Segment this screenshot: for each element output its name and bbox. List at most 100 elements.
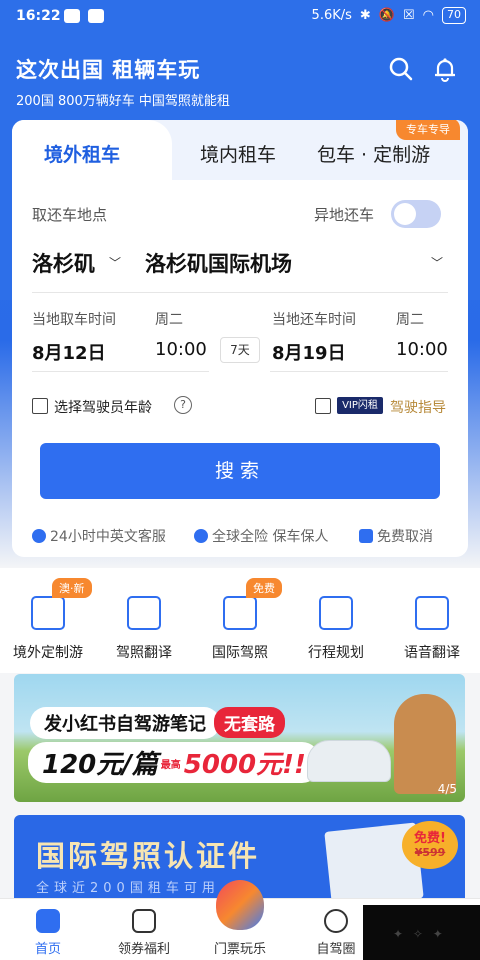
quick-item-label: 语音翻译: [404, 645, 460, 661]
different-return-toggle[interactable]: [391, 200, 441, 228]
return-time[interactable]: 10:00: [396, 339, 448, 360]
bluetooth-icon: ✱: [359, 8, 371, 23]
home-icon: [36, 909, 60, 933]
corner-mark: ✦ ✧ ✦: [393, 927, 446, 941]
photographer-image: [394, 694, 456, 794]
banner-price-b: 5000元!!: [183, 750, 306, 780]
banner-price: 120元/篇 最高 5000元!!: [28, 742, 320, 783]
quick-item-badge: 澳·新: [52, 578, 92, 598]
pickup-location-label: 取还车地点: [32, 206, 108, 224]
tab-domestic-rental[interactable]: 境内租车: [200, 140, 276, 167]
banner-price-a: 120元/篇: [42, 750, 158, 780]
tab-label: 门票玩乐: [213, 942, 266, 957]
tab-label: 首页: [34, 942, 61, 957]
pickup-date[interactable]: 8月12日: [32, 339, 106, 365]
status-bar: 16:22 5.6K/s ✱ 🔕 ☒ ◠ 70: [0, 0, 480, 34]
page-title: 这次出国 租辆车玩: [16, 58, 201, 82]
quick-item-label: 境外定制游: [13, 645, 83, 661]
quick-item-voice-translation[interactable]: 语音翻译: [384, 596, 480, 662]
divider: [270, 371, 448, 372]
check-icon: [359, 529, 373, 543]
document-icon: [223, 596, 257, 630]
search-button[interactable]: 搜索: [40, 443, 440, 499]
status-time: 16:22: [16, 8, 61, 24]
free-badge-label: 免费!: [414, 831, 446, 846]
chevron-down-icon[interactable]: ﹀: [431, 254, 443, 271]
banner-title: 发小红书自驾游笔记: [30, 707, 220, 739]
pickup-time-label: 当地取车时间: [32, 312, 116, 328]
tab-overseas-rental[interactable]: 境外租车: [44, 140, 120, 167]
feature-label: 全球全险 保车保人: [212, 529, 329, 545]
vip-checkbox[interactable]: [315, 398, 331, 414]
banner-pager: 4/5: [437, 782, 457, 796]
pickup-weekday: 周二: [155, 312, 183, 328]
chevron-down-icon: ﹀: [109, 256, 122, 270]
page-subtitle: 200国 800万辆好车 中国驾照就能租: [16, 94, 230, 109]
toggle-knob: [394, 203, 416, 225]
driving-guide-link[interactable]: 驾驶指导: [390, 397, 446, 417]
wifi-icon: ◠: [422, 8, 434, 23]
driver-age-checkbox[interactable]: [32, 398, 48, 414]
help-icon[interactable]: ?: [174, 396, 192, 414]
quick-item-label: 行程规划: [308, 645, 364, 661]
chat-icon: [32, 529, 46, 543]
airport-selector[interactable]: 洛杉矶国际机场: [145, 248, 292, 278]
notification-app-icon: [64, 9, 80, 23]
rental-tabs: 境外租车 境内租车 包车 · 定制游 专车专导: [12, 120, 468, 180]
car-image: [307, 740, 391, 782]
search-icon[interactable]: [388, 56, 414, 82]
mute-icon: 🔕: [378, 8, 395, 23]
feature-customer-service: 24小时中英文客服: [32, 526, 166, 546]
old-price: ¥599: [414, 846, 446, 859]
tab-home[interactable]: 首页: [0, 909, 96, 957]
hot-air-balloon-icon[interactable]: [216, 880, 264, 930]
quick-menu: 境外定制游 澳·新 驾照翻译 国际驾照 免费 行程规划 语音翻译: [0, 568, 480, 673]
different-return-label: 异地还车: [314, 206, 375, 224]
tab-coupons[interactable]: 领券福利: [96, 909, 192, 957]
return-time-label: 当地还车时间: [272, 312, 356, 328]
chat-bubble-icon: [324, 909, 348, 933]
city-selector[interactable]: 洛杉矶: [32, 248, 95, 278]
quick-item-license-translation[interactable]: 驾照翻译: [96, 596, 192, 662]
id-card-icon: [127, 596, 161, 630]
rental-days-badge: 7天: [220, 337, 260, 363]
divider: [32, 292, 448, 293]
banner-tag: 无套路: [214, 707, 285, 738]
tab-label: 领券福利: [117, 942, 170, 957]
quick-item-badge: 免费: [246, 578, 282, 598]
status-right: 5.6K/s ✱ 🔕 ☒ ◠ 70: [312, 7, 466, 24]
network-speed: 5.6K/s: [311, 8, 352, 23]
map-pin-icon: [31, 596, 65, 630]
return-date[interactable]: 8月19日: [272, 339, 346, 365]
return-weekday: 周二: [396, 312, 424, 328]
battery-icon: 70: [442, 7, 466, 24]
corner-overlay: ✦ ✧ ✦: [363, 905, 480, 960]
ticket-icon: [132, 909, 156, 933]
sim-off-icon: ☒: [403, 8, 415, 23]
driver-age-label[interactable]: 选择驾驶员年龄: [54, 397, 152, 417]
quick-item-label: 国际驾照: [212, 645, 268, 661]
vip-badge: VIP闪租: [337, 397, 383, 414]
feature-label: 24小时中英文客服: [50, 529, 166, 545]
suitcase-icon: [319, 596, 353, 630]
divider: [32, 371, 209, 372]
quick-item-label: 驾照翻译: [116, 645, 172, 661]
banner-subtitle: 全球近200国租车可用: [36, 881, 220, 896]
translate-icon: [415, 596, 449, 630]
tab-badge: 专车专导: [396, 120, 460, 140]
banner-price-small: 最高: [160, 760, 181, 771]
feature-label: 免费取消: [377, 529, 433, 545]
notification-cloud-icon: [88, 9, 104, 23]
feature-insurance: 全球全险 保车保人: [194, 526, 328, 546]
tab-label: 自驾圈: [316, 942, 356, 957]
promo-banner-xiaohongshu[interactable]: 发小红书自驾游笔记 无套路 120元/篇 最高 5000元!! 4/5: [14, 674, 465, 802]
quick-item-trip-planning[interactable]: 行程规划: [288, 596, 384, 662]
feature-free-cancel: 免费取消: [359, 526, 433, 546]
pickup-time[interactable]: 10:00: [155, 339, 207, 360]
tab-charter-custom[interactable]: 包车 · 定制游: [317, 140, 430, 167]
quick-item-international-license[interactable]: 国际驾照: [192, 596, 288, 662]
banner-title: 国际驾照认证件: [36, 839, 261, 873]
rental-search-card: 境外租车 境内租车 包车 · 定制游 专车专导 取还车地点 异地还车 洛杉矶 ﹀…: [12, 120, 468, 557]
bell-icon[interactable]: [432, 56, 458, 82]
quick-item-custom-tour[interactable]: 境外定制游: [0, 596, 96, 662]
